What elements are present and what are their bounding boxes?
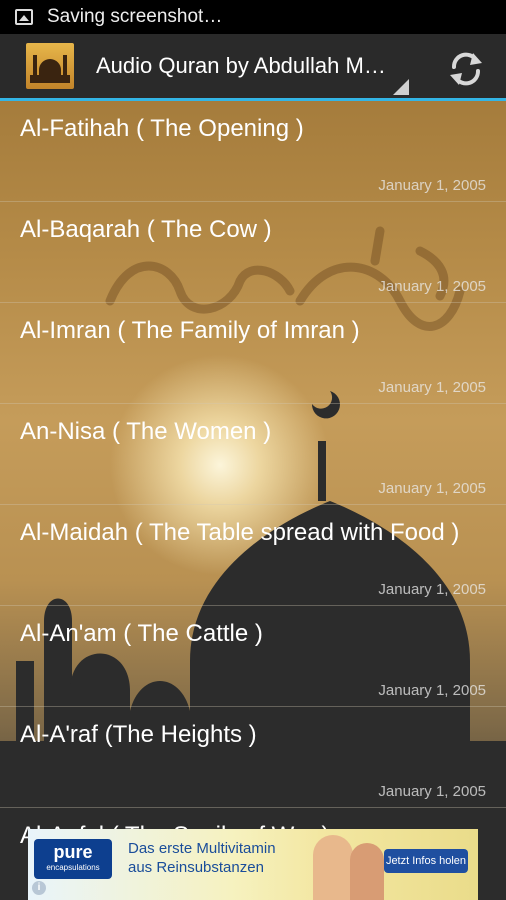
list-item[interactable]: Al-Imran ( The Family of Imran ) January… xyxy=(0,303,506,404)
surah-list-area[interactable]: Al-Fatihah ( The Opening ) January 1, 20… xyxy=(0,101,506,900)
status-bar: Saving screenshot… xyxy=(0,0,506,34)
surah-title: Al-Imran ( The Family of Imran ) xyxy=(20,317,360,344)
list-item[interactable]: An-Nisa ( The Women ) January 1, 2005 xyxy=(0,404,506,505)
spinner-dropdown-indicator[interactable] xyxy=(393,79,409,95)
surah-title: Al-Fatihah ( The Opening ) xyxy=(20,115,304,142)
status-notification-text: Saving screenshot… xyxy=(47,6,223,27)
surah-title: Al-An'am ( The Cattle ) xyxy=(20,620,263,647)
surah-title: Al-A'raf (The Heights ) xyxy=(20,721,257,748)
ad-brand-name: pure xyxy=(53,842,93,862)
ad-text: Das erste Multivitamin aus Reinsubstanze… xyxy=(128,839,276,877)
ad-person-image xyxy=(313,835,353,900)
surah-title: Al-Baqarah ( The Cow ) xyxy=(20,216,272,243)
surah-date: January 1, 2005 xyxy=(378,278,486,295)
surah-list: Al-Fatihah ( The Opening ) January 1, 20… xyxy=(0,101,506,900)
ad-brand-logo: pure encapsulations xyxy=(34,839,112,879)
surah-date: January 1, 2005 xyxy=(378,682,486,699)
app-logo[interactable] xyxy=(26,43,74,89)
surah-title: An-Nisa ( The Women ) xyxy=(20,418,272,445)
ad-person-image xyxy=(350,843,384,900)
image-icon xyxy=(15,9,33,25)
surah-date: January 1, 2005 xyxy=(378,177,486,194)
surah-date: January 1, 2005 xyxy=(378,783,486,800)
list-item[interactable]: Al-A'raf (The Heights ) January 1, 2005 xyxy=(0,707,506,808)
ad-brand-sub: encapsulations xyxy=(46,863,100,872)
ad-text-line2: aus Reinsubstanzen xyxy=(128,859,264,876)
ad-text-line1: Das erste Multivitamin xyxy=(128,840,276,857)
surah-title: Al-Maidah ( The Table spread with Food ) xyxy=(20,519,460,546)
surah-date: January 1, 2005 xyxy=(378,480,486,497)
ad-cta-button[interactable]: Jetzt Infos holen xyxy=(384,849,468,873)
surah-date: January 1, 2005 xyxy=(378,379,486,396)
surah-date: January 1, 2005 xyxy=(378,581,486,598)
ad-banner[interactable]: pure encapsulations Das erste Multivitam… xyxy=(28,829,478,900)
list-item[interactable]: Al-An'am ( The Cattle ) January 1, 2005 xyxy=(0,606,506,707)
action-bar: Audio Quran by Abdullah Matroud xyxy=(0,34,506,101)
ad-info-icon[interactable]: i xyxy=(32,881,46,895)
list-item[interactable]: Al-Maidah ( The Table spread with Food )… xyxy=(0,505,506,606)
list-item[interactable]: Al-Fatihah ( The Opening ) January 1, 20… xyxy=(0,101,506,202)
refresh-icon[interactable] xyxy=(446,49,486,89)
list-item[interactable]: Al-Baqarah ( The Cow ) January 1, 2005 xyxy=(0,202,506,303)
app-title[interactable]: Audio Quran by Abdullah Matroud xyxy=(96,53,386,79)
